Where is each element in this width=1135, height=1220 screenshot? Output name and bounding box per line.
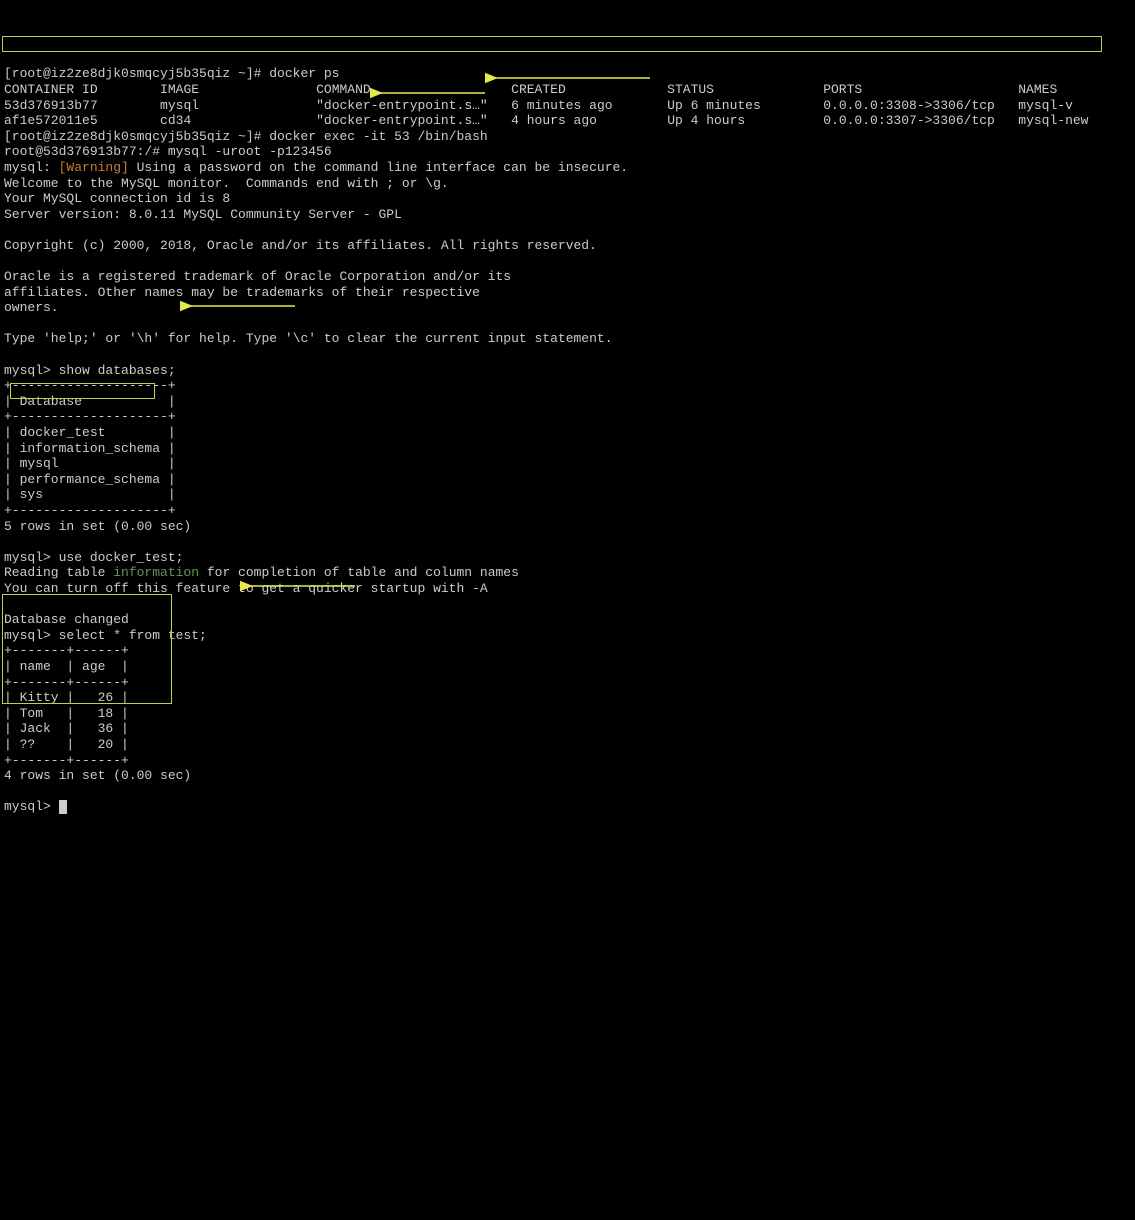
mysql-prompt: mysql>	[4, 363, 59, 378]
db-row: | mysql |	[4, 456, 176, 471]
db-row: | performance_schema |	[4, 472, 176, 487]
trademark-line: Oracle is a registered trademark of Orac…	[4, 269, 511, 284]
welcome-line: Welcome to the MySQL monitor. Commands e…	[4, 176, 449, 191]
test-row: | Tom | 18 |	[4, 706, 129, 721]
command: mysql -uroot -p123456	[168, 144, 332, 159]
copyright-line: Copyright (c) 2000, 2018, Oracle and/or …	[4, 238, 597, 253]
command: select * from test;	[59, 628, 207, 643]
db-row: | sys |	[4, 487, 176, 502]
trademark-line: owners.	[4, 300, 59, 315]
help-line: Type 'help;' or '\h' for help. Type '\c'…	[4, 331, 613, 346]
col-header: CONTAINER ID IMAGE COMMAND CREATED STATU…	[4, 82, 1057, 97]
command: show databases;	[59, 363, 176, 378]
test-row: | Jack | 36 |	[4, 721, 129, 736]
table-border: +--------------------+	[4, 378, 176, 393]
table-border: +-------+------+	[4, 753, 129, 768]
command: use docker_test;	[59, 550, 184, 565]
table-row: af1e572011e5 cd34 "docker-entrypoint.s…"…	[4, 113, 1088, 128]
mysql-prompt: mysql>	[4, 628, 59, 643]
command: docker ps	[269, 66, 339, 81]
db-changed: Database changed	[4, 612, 129, 627]
result-count: 5 rows in set (0.00 sec)	[4, 519, 191, 534]
db-row: | docker_test |	[4, 425, 176, 440]
table-border: +--------------------+	[4, 503, 176, 518]
welcome-line: Server version: 8.0.11 MySQL Community S…	[4, 207, 402, 222]
welcome-line: Your MySQL connection id is 8	[4, 191, 230, 206]
info-keyword: information	[113, 565, 199, 580]
shell-prompt: [root@iz2ze8djk0smqcyj5b35qiz ~]#	[4, 66, 269, 81]
result-count: 4 rows in set (0.00 sec)	[4, 768, 191, 783]
table-row: 53d376913b77 mysql "docker-entrypoint.s……	[4, 98, 1073, 113]
terminal-output: [root@iz2ze8djk0smqcyj5b35qiz ~]# docker…	[4, 66, 1131, 815]
test-row: | ?? | 20 |	[4, 737, 129, 752]
table-border: +-------+------+	[4, 675, 129, 690]
mysql-warning-line: mysql: [Warning] Using a password on the…	[4, 160, 628, 175]
mysql-prompt[interactable]: mysql>	[4, 799, 59, 814]
table-border: +-------+------+	[4, 643, 129, 658]
cursor[interactable]	[59, 800, 67, 814]
warning-label: [Warning]	[59, 160, 129, 175]
mysql-prompt: mysql>	[4, 550, 59, 565]
table-header-row: | name | age |	[4, 659, 129, 674]
command: docker exec -it 53 /bin/bash	[269, 129, 487, 144]
reading-line: Reading table information for completion…	[4, 565, 519, 580]
container-prompt: root@53d376913b77:/#	[4, 144, 168, 159]
highlight-docker-row	[2, 36, 1102, 52]
test-row: | Kitty | 26 |	[4, 690, 129, 705]
reading-line: You can turn off this feature to get a q…	[4, 581, 488, 596]
table-header-row: | Database |	[4, 394, 176, 409]
table-border: +--------------------+	[4, 409, 176, 424]
shell-prompt: [root@iz2ze8djk0smqcyj5b35qiz ~]#	[4, 129, 269, 144]
db-row: | information_schema |	[4, 441, 176, 456]
trademark-line: affiliates. Other names may be trademark…	[4, 285, 480, 300]
